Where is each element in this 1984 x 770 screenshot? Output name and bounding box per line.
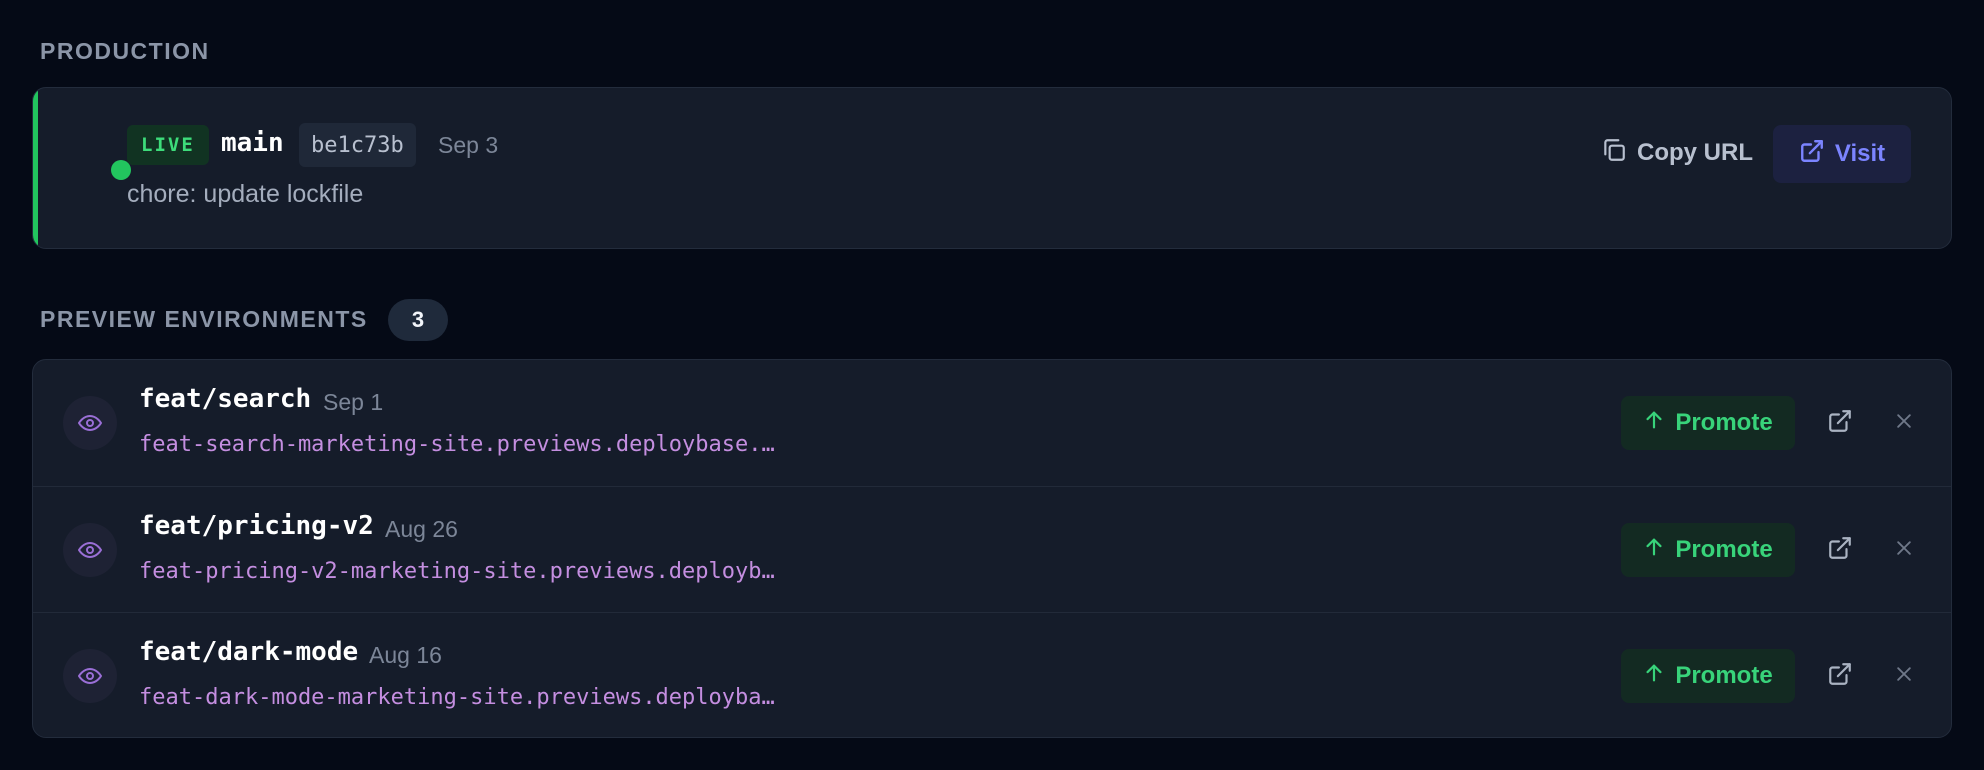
arrow-up-icon [1643,409,1665,438]
preview-count-badge: 3 [388,299,448,341]
promote-label: Promote [1675,662,1773,689]
copy-url-button[interactable]: Copy URL [1583,125,1771,181]
promote-label: Promote [1675,536,1773,563]
live-badge: LIVE [127,125,209,165]
external-link-icon [1827,661,1853,692]
preview-date: Aug 16 [369,642,442,668]
eye-icon [63,523,117,577]
deployments-panel: PRODUCTION LIVE main be1c73b Sep 3 chore… [0,0,1984,770]
remove-preview-button[interactable] [1883,529,1925,571]
preview-row: feat/search Sep 1 feat-search-marketing-… [33,360,1951,486]
arrow-up-icon [1643,536,1665,565]
preview-url[interactable]: feat-dark-mode-marketing-site.previews.d… [139,685,839,710]
preview-row: feat/dark-mode Aug 16 feat-dark-mode-mar… [33,612,1951,737]
external-link-icon [1799,138,1825,171]
commit-hash: be1c73b [299,123,416,167]
preview-date: Aug 26 [385,516,458,542]
promote-button[interactable]: Promote [1621,396,1795,450]
production-card: LIVE main be1c73b Sep 3 chore: update lo… [32,87,1952,249]
remove-preview-button[interactable] [1883,402,1925,444]
promote-button[interactable]: Promote [1621,649,1795,703]
copy-icon [1601,137,1627,170]
close-icon [1894,411,1914,436]
preview-branch: feat/dark-mode [139,637,359,667]
preview-row: feat/pricing-v2 Aug 26 feat-pricing-v2-m… [33,486,1951,612]
preview-url[interactable]: feat-search-marketing-site.previews.depl… [139,432,839,457]
production-section-label: PRODUCTION [40,38,210,64]
promote-button[interactable]: Promote [1621,523,1795,577]
commit-message: chore: update lockfile [127,180,364,208]
visit-button[interactable]: Visit [1773,125,1911,183]
preview-list: feat/search Sep 1 feat-search-marketing-… [32,359,1952,738]
production-date: Sep 3 [438,132,499,158]
open-preview-button[interactable] [1819,529,1861,571]
visit-label: Visit [1834,140,1886,167]
preview-branch: feat/search [139,384,312,414]
arrow-up-icon [1643,662,1665,691]
close-icon [1894,538,1914,563]
production-branch: main [221,128,284,158]
preview-date: Sep 1 [323,389,384,415]
open-preview-button[interactable] [1819,402,1861,444]
remove-preview-button[interactable] [1883,655,1925,697]
open-preview-button[interactable] [1819,655,1861,697]
eye-icon [63,396,117,450]
preview-branch: feat/pricing-v2 [139,511,374,541]
close-icon [1894,664,1914,689]
live-accent-bar [33,88,38,248]
preview-url[interactable]: feat-pricing-v2-marketing-site.previews.… [139,559,839,584]
external-link-icon [1827,408,1853,439]
copy-url-label: Copy URL [1637,139,1753,166]
external-link-icon [1827,535,1853,566]
eye-icon [63,649,117,703]
preview-section-label: PREVIEW ENVIRONMENTS [40,306,368,332]
promote-label: Promote [1675,409,1773,436]
